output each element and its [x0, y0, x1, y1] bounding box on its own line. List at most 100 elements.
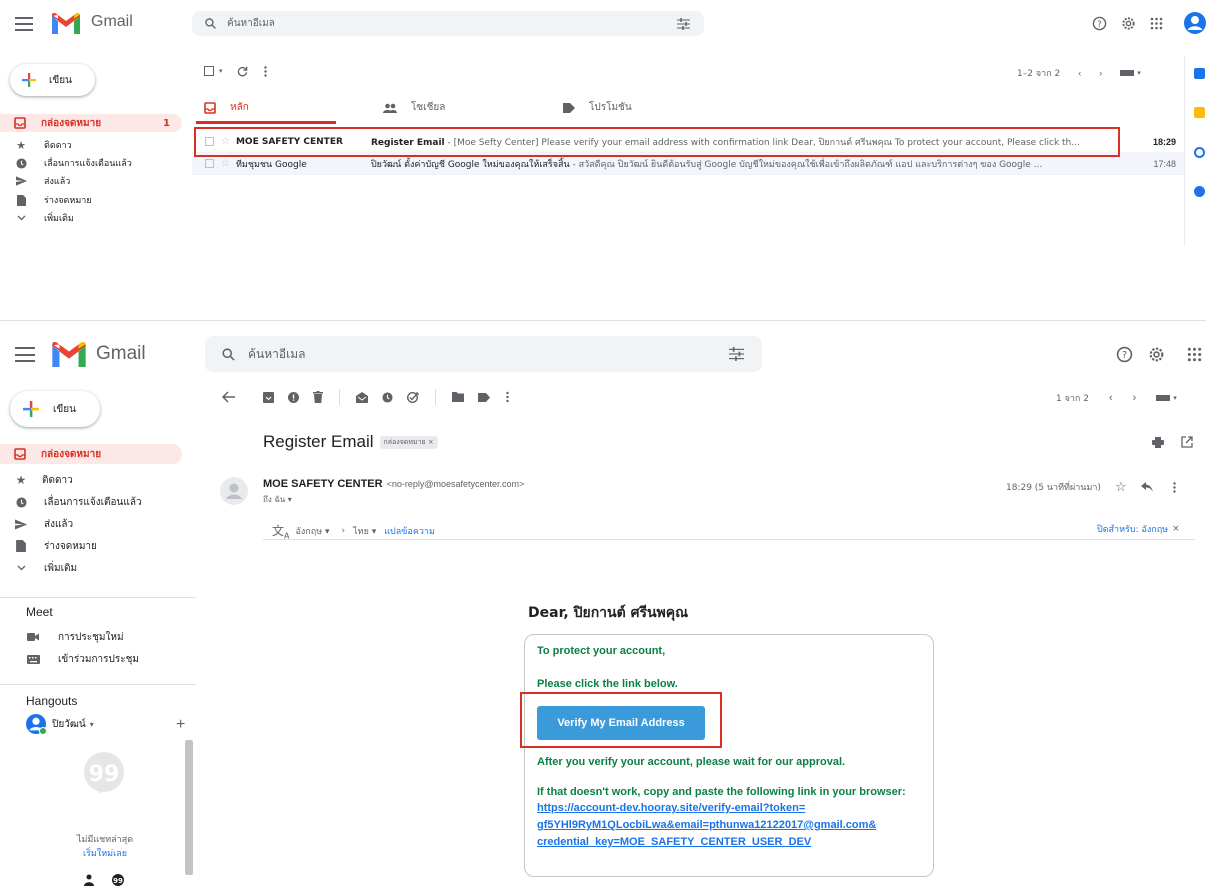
email-snippet: - สวัสดีคุณ ปิยวัฒน์ ยินดีต้อนรับสู่ Goo…: [569, 159, 1043, 170]
meet-item-label: การประชุมใหม่: [58, 631, 124, 643]
translate-off: ปิดสำหรับ: อังกฤษ ×: [1097, 522, 1180, 536]
translate-message-link[interactable]: แปลข้อความ: [384, 524, 435, 538]
sidebar-item-more[interactable]: เพิ่มเติม: [14, 210, 74, 226]
sidebar-item-sent[interactable]: ส่งแล้ว: [14, 173, 70, 189]
next-page-icon[interactable]: ›: [1099, 68, 1102, 78]
more-options-icon[interactable]: [263, 65, 267, 77]
back-arrow-icon[interactable]: [222, 391, 235, 403]
search-icon[interactable]: [221, 347, 236, 362]
label-icon[interactable]: [478, 392, 490, 402]
user-status-dropdown-icon[interactable]: ▾: [90, 720, 94, 729]
settings-icon[interactable]: [1121, 16, 1136, 31]
search-input[interactable]: ค้นหาอีเมล: [248, 345, 305, 364]
translate-from-dropdown[interactable]: อังกฤษ ▾: [296, 524, 330, 538]
search-options-icon[interactable]: [677, 17, 690, 30]
gmail-logo-icon[interactable]: [52, 342, 86, 367]
move-to-icon[interactable]: [452, 392, 464, 402]
tab-social[interactable]: โซเชียล: [383, 100, 445, 115]
more-options-icon[interactable]: [506, 391, 509, 403]
gmail-logo-icon[interactable]: [52, 13, 80, 34]
contacts-person-icon[interactable]: [84, 874, 94, 886]
inbox-label-chip[interactable]: กล่องจดหมาย ×: [379, 435, 438, 449]
sender-name[interactable]: MOE SAFETY CENTER: [263, 478, 383, 490]
sidebar-item-inbox[interactable]: กล่องจดหมาย 1: [0, 114, 182, 132]
add-hangout-icon[interactable]: +: [176, 716, 185, 734]
main-menu-button[interactable]: [15, 17, 33, 31]
sidebar-item-snoozed[interactable]: เลื่อนการแจ้งเตือนแล้ว: [14, 493, 142, 511]
search-icon[interactable]: [204, 17, 217, 30]
contacts-icon[interactable]: [1194, 186, 1205, 197]
hangouts-chat-icon[interactable]: 99: [112, 874, 124, 886]
verify-link-line[interactable]: gf5YHl9RyM1QLocbiLwa&email=pthunwa121220…: [537, 817, 876, 834]
translate-bar: 文A อังกฤษ ▾ › ไทย ▾ แปลข้อความ: [272, 522, 435, 540]
row-checkbox[interactable]: [205, 159, 214, 168]
meet-new-meeting[interactable]: การประชุมใหม่: [26, 628, 124, 646]
select-all-checkbox[interactable]: [204, 66, 214, 76]
reply-icon[interactable]: [1140, 482, 1153, 492]
gmail-brand-text: Gmail: [96, 343, 146, 364]
help-icon[interactable]: ?: [1092, 16, 1107, 31]
settings-icon[interactable]: [1148, 346, 1165, 363]
verify-link-line[interactable]: credential_key=MOE_SAFETY_CENTER_USER_DE…: [537, 834, 876, 851]
prev-page-icon[interactable]: ‹: [1109, 392, 1113, 404]
sidebar-item-drafts[interactable]: ร่างจดหมาย: [14, 192, 92, 208]
open-new-window-icon[interactable]: [1181, 436, 1193, 448]
translate-off-link[interactable]: ปิดสำหรับ: อังกฤษ: [1097, 522, 1168, 536]
tab-promotions[interactable]: โปรโมชัน: [563, 100, 632, 115]
print-icon[interactable]: [1152, 437, 1164, 448]
keep-icon[interactable]: [1194, 107, 1205, 118]
account-avatar[interactable]: [1184, 12, 1206, 34]
sidebar-item-label: ส่งแล้ว: [44, 518, 74, 530]
archive-icon[interactable]: [263, 391, 274, 403]
verify-link-line[interactable]: https://account-dev.hooray.site/verify-e…: [537, 800, 876, 817]
apps-grid-icon[interactable]: [1187, 347, 1202, 362]
star-icon[interactable]: ☆: [1115, 479, 1127, 495]
search-bar[interactable]: ค้นหาอีเมล: [192, 11, 704, 36]
next-page-icon[interactable]: ›: [1133, 392, 1137, 404]
more-options-icon[interactable]: [1172, 481, 1176, 493]
compose-button[interactable]: เขียน: [10, 64, 95, 96]
sidebar-item-snoozed[interactable]: เลื่อนการแจ้งเตือนแล้ว: [14, 155, 132, 171]
sidebar-item-starred[interactable]: ★ ติดดาว: [14, 137, 72, 153]
star-icon[interactable]: ☆: [221, 158, 230, 169]
tab-active-indicator: [196, 121, 336, 124]
meet-join-meeting[interactable]: เข้าร่วมการประชุม: [26, 650, 139, 668]
select-dropdown-icon[interactable]: ▾: [219, 67, 223, 75]
search-input[interactable]: ค้นหาอีเมล: [227, 16, 275, 31]
translate-divider: [263, 539, 1195, 540]
sidebar-item-sent[interactable]: ส่งแล้ว: [14, 515, 73, 533]
hangouts-start-link[interactable]: เริ่มใหม่เลย: [30, 846, 180, 860]
main-menu-button[interactable]: [15, 347, 35, 362]
split-pane-icon[interactable]: [1120, 70, 1135, 76]
sidebar-scrollbar[interactable]: [185, 740, 193, 875]
search-bar[interactable]: ค้นหาอีเมล: [205, 336, 762, 372]
prev-page-icon[interactable]: ‹: [1078, 68, 1081, 78]
translate-to-dropdown[interactable]: ไทย ▾: [353, 524, 376, 538]
tasks-icon[interactable]: [1194, 147, 1205, 158]
inbox-icon: [14, 448, 26, 460]
report-spam-icon[interactable]: [288, 391, 299, 403]
delete-icon[interactable]: [313, 391, 323, 403]
calendar-icon[interactable]: [1194, 68, 1205, 79]
toolbar-divider: [339, 389, 340, 405]
mark-unread-icon[interactable]: [356, 391, 368, 403]
sidebar-item-drafts[interactable]: ร่างจดหมาย: [14, 537, 97, 555]
sidebar-item-label: ร่างจดหมาย: [44, 540, 97, 552]
sidebar-item-inbox[interactable]: กล่องจดหมาย: [0, 444, 182, 464]
verify-link[interactable]: https://account-dev.hooray.site/verify-e…: [537, 800, 876, 851]
hangouts-user[interactable]: ปิยวัฒน์ ▾: [26, 714, 94, 735]
split-pane-icon[interactable]: [1156, 395, 1171, 401]
sidebar-item-starred[interactable]: ★ ติดดาว: [14, 471, 73, 489]
sidebar-item-more[interactable]: เพิ่มเติม: [14, 559, 77, 577]
apps-grid-icon[interactable]: [1150, 17, 1163, 30]
help-icon[interactable]: ?: [1116, 346, 1133, 363]
snooze-icon[interactable]: [382, 391, 393, 403]
compose-button[interactable]: เขียน: [10, 391, 100, 427]
refresh-icon[interactable]: [237, 66, 248, 77]
tab-primary[interactable]: หลัก: [204, 100, 249, 115]
close-translate-icon[interactable]: ×: [1172, 524, 1180, 534]
svg-text:99: 99: [113, 877, 123, 885]
to-me-dropdown[interactable]: ถึง ฉัน ▾: [263, 493, 292, 506]
add-task-icon[interactable]: [407, 391, 419, 403]
search-options-icon[interactable]: [729, 347, 744, 361]
